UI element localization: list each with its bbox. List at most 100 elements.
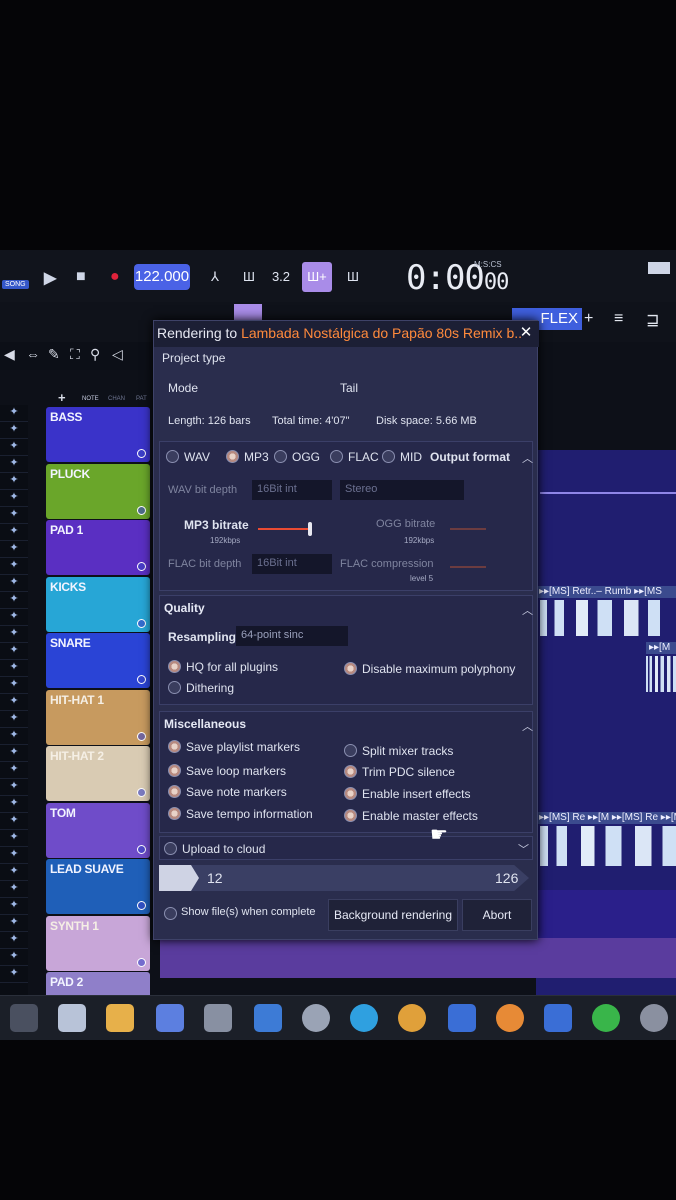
flac-bit-depth-select[interactable]: 16Bit int bbox=[252, 554, 332, 574]
browser-item-icon[interactable]: ✦ bbox=[0, 864, 28, 881]
select-icon[interactable]: ⛶ bbox=[70, 346, 80, 363]
store-icon[interactable] bbox=[58, 1004, 86, 1032]
format-radio[interactable] bbox=[166, 450, 179, 463]
fl-studio-icon[interactable] bbox=[496, 1004, 524, 1032]
zoom-icon[interactable]: ⚲ bbox=[90, 346, 100, 363]
link-icon[interactable]: ⇔ bbox=[26, 346, 40, 362]
mp3-bitrate-slider[interactable] bbox=[258, 528, 308, 530]
pat-tab[interactable]: PAT bbox=[136, 396, 147, 402]
background-rendering-button[interactable]: Background rendering bbox=[328, 899, 458, 931]
format-label[interactable]: MP3 bbox=[244, 450, 269, 464]
wav-channels-select[interactable]: Stereo bbox=[340, 480, 464, 500]
collapse-icon[interactable]: ︿ bbox=[522, 602, 533, 618]
browser-item-icon[interactable]: ✦ bbox=[0, 898, 28, 915]
save-tempo-radio[interactable] bbox=[168, 807, 181, 820]
browser-item-icon[interactable]: ✦ bbox=[0, 881, 28, 898]
channel-select-icon[interactable] bbox=[137, 505, 146, 515]
mp3-bitrate-knob[interactable] bbox=[308, 522, 312, 536]
note-tab[interactable]: NOTE bbox=[82, 396, 99, 402]
browser-item-icon[interactable]: ✦ bbox=[0, 677, 28, 694]
format-radio[interactable] bbox=[274, 450, 287, 463]
recorder-icon[interactable] bbox=[640, 1004, 668, 1032]
channel-button[interactable]: TOM bbox=[46, 802, 150, 858]
playlist-clip[interactable]: ▸▸[MS] Re ▸▸[M ▸▸[MS] Re ▸▸[M bbox=[536, 812, 676, 824]
browser-item-icon[interactable]: ✦ bbox=[0, 507, 28, 524]
format-radio[interactable] bbox=[382, 450, 395, 463]
channel-button[interactable]: PLUCK bbox=[46, 463, 150, 519]
browser-item-icon[interactable]: ✦ bbox=[0, 592, 28, 609]
browser-item-icon[interactable]: ✦ bbox=[0, 728, 28, 745]
channel-select-icon[interactable] bbox=[137, 675, 146, 684]
tempo-display[interactable]: 122.000 bbox=[134, 264, 190, 290]
trim-pdc-label[interactable]: Trim PDC silence bbox=[362, 765, 455, 779]
browser-item-icon[interactable]: ✦ bbox=[0, 473, 28, 490]
mail-icon[interactable] bbox=[254, 1004, 282, 1032]
mixer-icon[interactable]: ⊒ bbox=[646, 310, 659, 330]
channel-button[interactable]: SYNTH 1 bbox=[46, 915, 150, 971]
playlist-clip[interactable]: ▸▸[M bbox=[646, 642, 676, 654]
step-edit-icon[interactable]: Ш+ bbox=[302, 262, 332, 292]
save-playlist-markers-radio[interactable] bbox=[168, 740, 181, 753]
save-loop-markers-radio[interactable] bbox=[168, 764, 181, 777]
clapperboard-icon[interactable] bbox=[204, 1004, 232, 1032]
enable-insert-radio[interactable] bbox=[344, 787, 357, 800]
snap-display[interactable]: 3.2 bbox=[266, 262, 296, 292]
browser-item-icon[interactable]: ✦ bbox=[0, 779, 28, 796]
add-icon[interactable]: + bbox=[584, 310, 593, 328]
upload-cloud-label[interactable]: Upload to cloud bbox=[182, 842, 265, 856]
time-format-label[interactable]: M:S:CS bbox=[474, 260, 502, 269]
browser-item-icon[interactable]: ✦ bbox=[0, 575, 28, 592]
format-radio[interactable] bbox=[226, 450, 239, 463]
browser-item-icon[interactable]: ✦ bbox=[0, 660, 28, 677]
project-type-label[interactable]: Project type bbox=[162, 351, 225, 365]
channel-button[interactable]: SNARE bbox=[46, 633, 150, 688]
show-files-label[interactable]: Show file(s) when complete bbox=[181, 906, 316, 918]
save-note-markers-radio[interactable] bbox=[168, 785, 181, 798]
app-window-icon[interactable] bbox=[448, 1004, 476, 1032]
channel-button[interactable]: HIT-HAT 1 bbox=[46, 689, 150, 745]
browser-item-icon[interactable]: ✦ bbox=[0, 932, 28, 949]
enable-master-radio[interactable] bbox=[344, 809, 357, 822]
whatsapp-icon[interactable] bbox=[592, 1004, 620, 1032]
channel-select-icon[interactable] bbox=[137, 449, 146, 458]
browser-item-icon[interactable]: ✦ bbox=[0, 915, 28, 932]
upload-cloud-radio[interactable] bbox=[164, 842, 177, 855]
resampling-select[interactable]: 64-point sinc bbox=[236, 626, 348, 646]
format-label[interactable]: FLAC bbox=[348, 450, 379, 464]
channel-select-icon[interactable] bbox=[137, 562, 146, 571]
volume-icon[interactable]: ◁ bbox=[112, 346, 123, 363]
channel-select-icon[interactable] bbox=[137, 788, 146, 797]
collapse-icon[interactable]: ︿ bbox=[522, 718, 533, 734]
ogg-bitrate-slider[interactable] bbox=[450, 528, 486, 530]
disable-polyphony-radio[interactable] bbox=[344, 662, 357, 675]
metronome-icon[interactable]: ⅄ bbox=[200, 262, 230, 292]
disable-polyphony-label[interactable]: Disable maximum polyphony bbox=[362, 662, 515, 676]
browser-item-icon[interactable]: ✦ bbox=[0, 405, 28, 422]
channel-button[interactable]: LEAD SUAVE bbox=[46, 859, 150, 914]
format-radio[interactable] bbox=[330, 450, 343, 463]
song-mode-badge[interactable]: SONG bbox=[2, 280, 29, 289]
browser-item-icon[interactable]: ✦ bbox=[0, 966, 28, 983]
browser-item-icon[interactable]: ✦ bbox=[0, 694, 28, 711]
speaker-icon[interactable]: ◀ bbox=[4, 346, 15, 363]
save-note-markers-label[interactable]: Save note markers bbox=[186, 785, 287, 799]
format-label[interactable]: MID bbox=[400, 450, 422, 464]
browser-item-icon[interactable]: ✦ bbox=[0, 524, 28, 541]
channel-select-icon[interactable] bbox=[137, 618, 146, 628]
channel-select-icon[interactable] bbox=[137, 957, 146, 967]
channel-button[interactable]: KICKS bbox=[46, 576, 150, 632]
browser-item-icon[interactable]: ✦ bbox=[0, 762, 28, 779]
browser-item-icon[interactable]: ✦ bbox=[0, 813, 28, 830]
trim-pdc-radio[interactable] bbox=[344, 765, 357, 778]
app-window-icon[interactable] bbox=[544, 1004, 572, 1032]
tail-label[interactable]: Tail bbox=[340, 381, 358, 395]
channel-select-icon[interactable] bbox=[137, 844, 146, 854]
mode-label[interactable]: Mode bbox=[168, 381, 198, 395]
hq-plugins-label[interactable]: HQ for all plugins bbox=[186, 660, 278, 674]
browser-item-icon[interactable]: ✦ bbox=[0, 745, 28, 762]
abort-button[interactable]: Abort bbox=[462, 899, 532, 931]
browser-item-icon[interactable]: ✦ bbox=[0, 830, 28, 847]
stop-icon[interactable]: ■ bbox=[76, 268, 86, 286]
format-label[interactable]: WAV bbox=[184, 450, 210, 464]
paint-icon[interactable]: ✎ bbox=[48, 346, 60, 363]
